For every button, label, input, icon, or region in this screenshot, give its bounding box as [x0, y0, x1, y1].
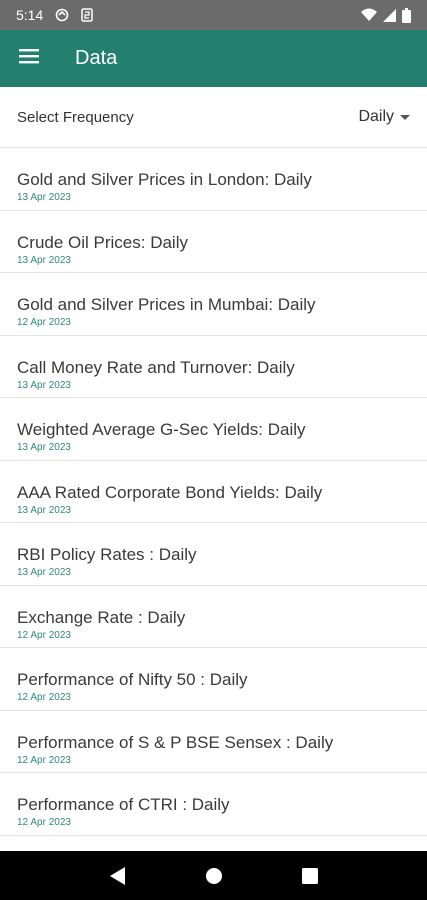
cellular-icon: [383, 8, 396, 22]
list-item[interactable]: Performance of Nifty 50 : Daily 12 Apr 2…: [0, 648, 427, 711]
dataset-list: Gold and Silver Prices in London: Daily …: [0, 148, 427, 851]
status-time: 5:14: [16, 7, 44, 23]
back-icon[interactable]: [109, 866, 126, 885]
list-item-title: Performance of S & P BSE Sensex : Daily: [17, 732, 334, 752]
recents-icon[interactable]: [301, 867, 318, 884]
list-item[interactable]: Performance of CTRI : Daily 12 Apr 2023: [0, 773, 427, 836]
status-bar: 5:14: [0, 0, 427, 30]
list-item[interactable]: Crude Oil Prices: Daily 13 Apr 2023: [0, 211, 427, 273]
list-item-date: 12 Apr 2023: [17, 817, 71, 828]
list-item-title: RBI Policy Rates : Daily: [17, 545, 197, 564]
list-item-date: 12 Apr 2023: [17, 629, 71, 641]
battery-icon: [402, 7, 411, 23]
list-item[interactable]: AAA Rated Corporate Bond Yields: Daily 1…: [0, 461, 427, 523]
list-item-date: 12 Apr 2023: [17, 692, 71, 703]
list-item-date: 13 Apr 2023: [17, 379, 71, 391]
list-item[interactable]: RBI Policy Rates : Daily 13 Apr 2023: [0, 523, 427, 586]
wifi-icon: [361, 8, 377, 22]
list-item-date: 12 Apr 2023: [17, 317, 71, 328]
list-item[interactable]: Weighted Average G-Sec Yields: Daily 13 …: [0, 398, 427, 461]
list-item-date: 13 Apr 2023: [17, 567, 71, 578]
list-item[interactable]: Gold and Silver Prices in Mumbai: Daily …: [0, 273, 427, 336]
list-item-title: Crude Oil Prices: Daily: [17, 232, 188, 252]
menu-icon[interactable]: [19, 48, 39, 69]
list-item[interactable]: Call Money Rate and Turnover: Daily 13 A…: [0, 336, 427, 398]
list-item-title: Call Money Rate and Turnover: Daily: [17, 357, 295, 377]
frequency-dropdown[interactable]: Daily: [358, 108, 410, 126]
page-title: Data: [75, 47, 118, 69]
sim-icon: [81, 8, 93, 22]
frequency-selected-value: Daily: [358, 108, 394, 125]
list-item[interactable]: Gold and Silver Prices in London: Daily …: [0, 148, 427, 211]
list-item-date: 13 Apr 2023: [17, 504, 71, 516]
list-item[interactable]: Exchange Rate : Daily 12 Apr 2023: [0, 586, 427, 648]
list-item-date: 12 Apr 2023: [17, 754, 71, 766]
home-icon[interactable]: [205, 867, 223, 885]
list-item-title: Performance of CTRI : Daily: [17, 795, 230, 814]
list-item[interactable]: Performance of S & P BSE Sensex : Daily …: [0, 711, 427, 773]
list-item-title: Performance of Nifty 50 : Daily: [17, 670, 248, 689]
list-item-title: Gold and Silver Prices in Mumbai: Daily: [17, 295, 316, 314]
list-item-title: Weighted Average G-Sec Yields: Daily: [17, 420, 306, 439]
list-item-title: AAA Rated Corporate Bond Yields: Daily: [17, 482, 323, 502]
frequency-label: Select Frequency: [17, 108, 134, 126]
sync-icon: [55, 8, 69, 22]
list-item-date: 13 Apr 2023: [17, 192, 71, 203]
navigation-bar: [0, 851, 427, 900]
list-item-date: 13 Apr 2023: [17, 442, 71, 453]
dropdown-arrow-icon: [400, 108, 410, 126]
list-item-date: 13 Apr 2023: [17, 254, 71, 266]
app-bar: Data: [0, 30, 427, 87]
list-item-title: Gold and Silver Prices in London: Daily: [17, 170, 312, 189]
list-item-title: Exchange Rate : Daily: [17, 607, 186, 627]
frequency-row: Select Frequency Daily: [0, 87, 427, 148]
